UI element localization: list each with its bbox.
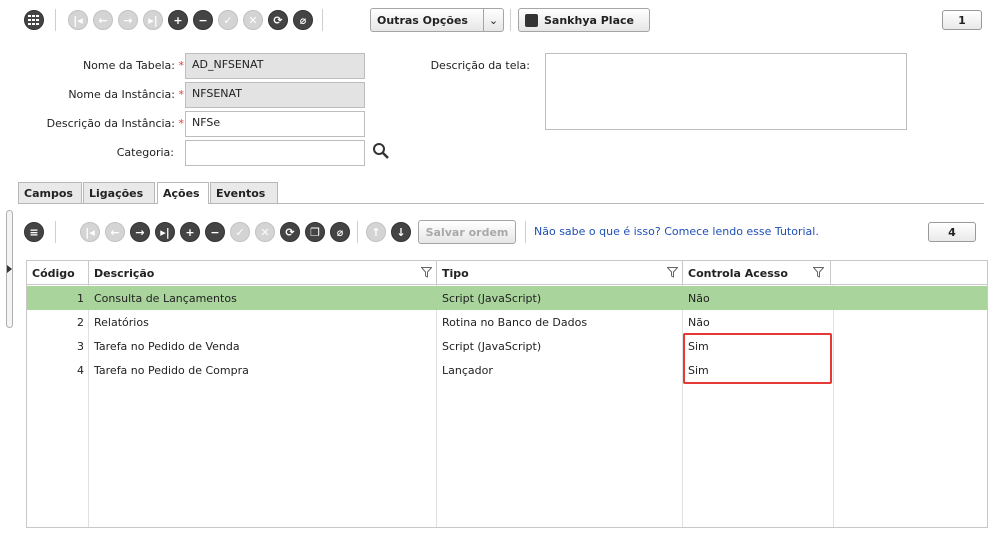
empty-row (27, 382, 987, 406)
add-icon[interactable]: + (180, 222, 200, 242)
category-field[interactable] (185, 140, 365, 166)
header-code[interactable]: Código (27, 261, 89, 285)
instance-name-field: NFSENAT (185, 82, 365, 108)
grid-view-icon[interactable] (24, 10, 44, 30)
filter-icon[interactable] (421, 267, 432, 278)
table-row[interactable]: 2 Relatórios Rotina no Banco de Dados Nã… (27, 310, 987, 334)
empty-row (27, 406, 987, 430)
cancel-icon[interactable]: ✕ (255, 222, 275, 242)
cell-code: 4 (77, 363, 84, 377)
header-type[interactable]: Tipo (437, 261, 683, 285)
empty-row (27, 430, 987, 454)
instance-description-label: Descrição da Instância: * (46, 117, 185, 130)
cell-description: Consulta de Lançamentos (94, 291, 237, 305)
header-access[interactable]: Controla Acesso (683, 261, 831, 285)
other-options-button[interactable]: Outras Opções ⌄ (370, 8, 504, 32)
place-logo-icon (525, 13, 538, 27)
confirm-icon[interactable]: ✓ (230, 222, 250, 242)
header-description[interactable]: Descrição (89, 261, 437, 285)
cell-description: Relatórios (94, 315, 149, 329)
move-down-icon[interactable]: ↓ (391, 222, 411, 242)
confirm-icon[interactable]: ✓ (218, 10, 238, 30)
cell-code: 2 (77, 315, 84, 329)
record-count: 4 (928, 222, 976, 242)
tab-campos[interactable]: Campos (18, 182, 82, 203)
sankhya-place-button[interactable]: Sankhya Place (518, 8, 650, 32)
copy-icon[interactable]: ❐ (305, 222, 325, 242)
table-name-field: AD_NFSENAT (185, 53, 365, 79)
empty-row (27, 478, 987, 502)
cell-type: Script (JavaScript) (442, 339, 542, 353)
grid-header: Código Descrição Tipo Controla Acesso (27, 261, 987, 285)
first-record-icon[interactable]: |◂ (80, 222, 100, 242)
remove-icon[interactable]: − (193, 10, 213, 30)
cancel-icon[interactable]: ✕ (243, 10, 263, 30)
cell-access: Não (688, 315, 710, 329)
highlight-box (683, 333, 832, 384)
table-name-label: Nome da Tabela: * (82, 59, 185, 72)
add-icon[interactable]: + (168, 10, 188, 30)
menu-list-icon[interactable]: ≡ (24, 222, 44, 242)
instance-name-label: Nome da Instância: * (68, 88, 185, 101)
filter-icon[interactable] (667, 267, 678, 278)
screen-description-field[interactable] (545, 53, 907, 130)
cell-type: Rotina no Banco de Dados (442, 315, 588, 329)
tab-ligacoes[interactable]: Ligações (83, 182, 155, 203)
empty-row (27, 502, 987, 526)
previous-record-icon[interactable]: ← (105, 222, 125, 242)
required-mark: * (178, 117, 185, 130)
move-up-icon[interactable]: ↑ (366, 222, 386, 242)
screen-description-label: Descrição da tela: (430, 59, 530, 72)
last-record-icon[interactable]: ▸| (143, 10, 163, 30)
save-order-button[interactable]: Salvar ordem (418, 220, 516, 244)
table-row[interactable]: 4 Tarefa no Pedido de Compra Lançador Si… (27, 358, 987, 382)
cell-type: Script (JavaScript) (442, 291, 542, 305)
cell-description: Tarefa no Pedido de Venda (94, 339, 240, 353)
refresh-icon[interactable]: ⟳ (280, 222, 300, 242)
chevron-down-icon: ⌄ (483, 9, 503, 31)
table-row[interactable]: 1 Consulta de Lançamentos Script (JavaSc… (27, 286, 987, 310)
last-record-icon[interactable]: ▸| (155, 222, 175, 242)
cell-access: Não (688, 291, 710, 305)
required-mark: * (178, 59, 185, 72)
actions-grid: Código Descrição Tipo Controla Acesso 1 … (26, 260, 988, 528)
tab-acoes[interactable]: Ações (157, 182, 209, 204)
remove-icon[interactable]: − (205, 222, 225, 242)
attach-icon[interactable]: ⌀ (293, 10, 313, 30)
previous-record-icon[interactable]: ← (93, 10, 113, 30)
cell-code: 3 (77, 339, 84, 353)
cell-type: Lançador (442, 363, 493, 377)
instance-description-field[interactable]: NFSe (185, 111, 365, 137)
table-row[interactable]: 3 Tarefa no Pedido de Venda Script (Java… (27, 334, 987, 358)
cell-code: 1 (77, 291, 84, 305)
category-label: Categoria: (116, 146, 174, 159)
other-options-label: Outras Opções (377, 13, 468, 27)
sankhya-place-label: Sankhya Place (544, 13, 634, 27)
required-mark: * (178, 88, 185, 101)
page-number[interactable]: 1 (942, 10, 982, 30)
empty-row (27, 454, 987, 478)
next-record-icon[interactable]: → (118, 10, 138, 30)
next-record-icon[interactable]: → (130, 222, 150, 242)
first-record-icon[interactable]: |◂ (68, 10, 88, 30)
expand-arrow-icon[interactable] (7, 265, 12, 273)
tutorial-link[interactable]: Não sabe o que é isso? Comece lendo esse… (534, 225, 819, 238)
tab-eventos[interactable]: Eventos (210, 182, 278, 203)
attach-icon[interactable]: ⌀ (330, 222, 350, 242)
cell-description: Tarefa no Pedido de Compra (94, 363, 249, 377)
filter-icon[interactable] (813, 267, 824, 278)
refresh-icon[interactable]: ⟳ (268, 10, 288, 30)
search-icon[interactable] (372, 142, 392, 162)
